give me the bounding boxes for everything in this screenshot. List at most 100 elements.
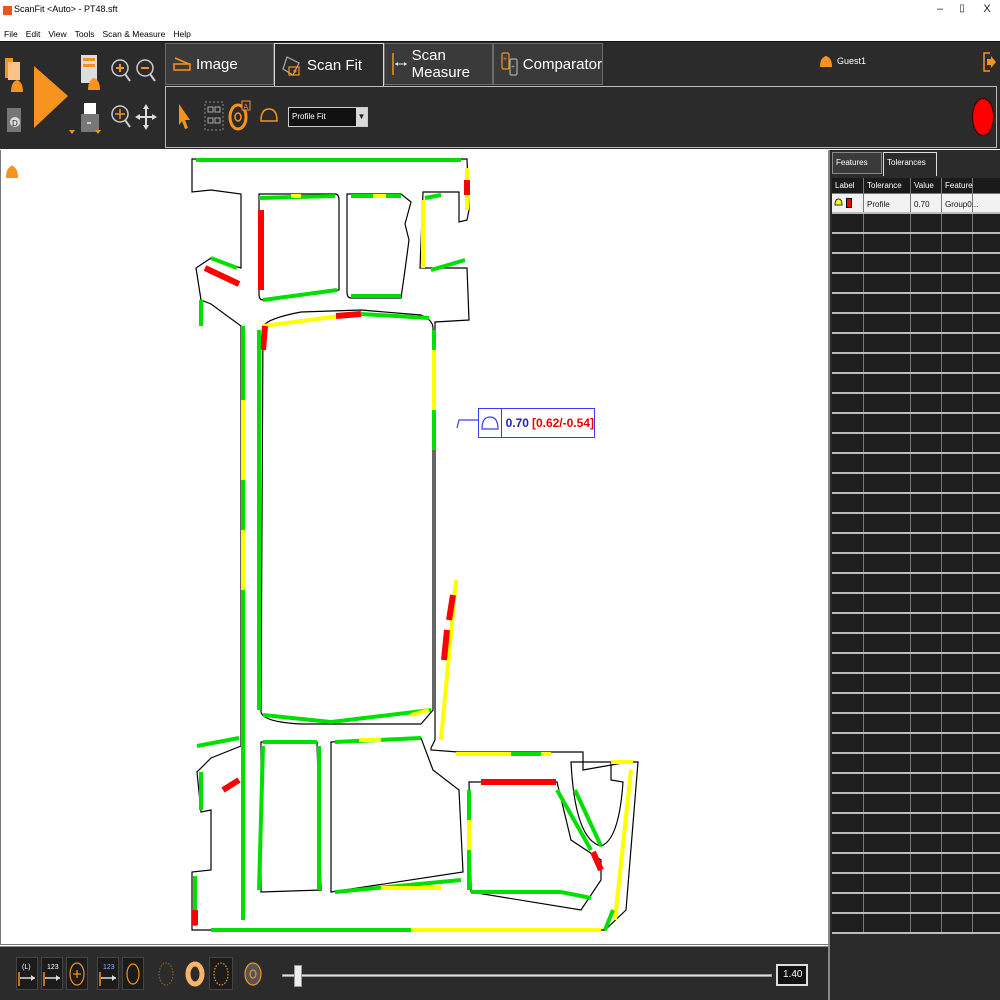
row-label-cell — [832, 194, 864, 212]
empty-cell — [864, 734, 911, 752]
empty-cell — [911, 414, 942, 432]
empty-cell — [864, 894, 911, 912]
center-point-button[interactable] — [66, 957, 88, 990]
user-info[interactable]: Guest1 — [820, 55, 866, 67]
empty-cell — [942, 334, 973, 352]
numeric-arrow-icon: 123 — [99, 964, 116, 986]
empty-cell — [832, 714, 864, 732]
col-value[interactable]: Value — [911, 178, 942, 193]
zoom-slider-thumb[interactable] — [293, 965, 302, 987]
group-select-button[interactable] — [204, 101, 224, 136]
auto-fit-button[interactable]: A — [228, 99, 252, 136]
deviation-segment-fail — [260, 325, 268, 351]
select-tool-button[interactable] — [176, 102, 192, 135]
zoom-out-icon — [136, 59, 156, 82]
empty-cell — [864, 454, 911, 472]
fit-mode-select[interactable]: Profile Fit ▼ — [288, 107, 368, 127]
circle-center-icon — [69, 961, 85, 986]
table-row-empty — [832, 514, 1000, 534]
tab-tolerances[interactable]: Tolerances — [883, 152, 937, 176]
concentric-ring-button[interactable] — [241, 959, 265, 994]
empty-cell — [973, 434, 1000, 452]
menu-scan-measure[interactable]: Scan & Measure — [98, 26, 169, 39]
zoom-out-button[interactable] — [135, 56, 157, 86]
table-row-empty — [832, 234, 1000, 254]
dimension-blue-button[interactable]: 123 — [97, 957, 119, 990]
tab-image[interactable]: Image — [165, 43, 274, 85]
pan-button[interactable] — [135, 102, 157, 132]
table-row[interactable]: Profile 0.70 Group0... — [832, 194, 1000, 214]
svg-text:D: D — [12, 119, 18, 128]
play-icon — [34, 66, 68, 128]
tab-comparator[interactable]: + + Comparator — [493, 43, 603, 85]
print-dropdown-arrow[interactable] — [95, 130, 101, 134]
empty-cell — [832, 554, 864, 572]
zoom-slider-track[interactable] — [282, 974, 772, 977]
profile-tool-button[interactable] — [259, 107, 279, 128]
dotted-ellipse-button[interactable] — [155, 959, 177, 994]
empty-cell — [864, 814, 911, 832]
tab-scan-measure[interactable]: Scan Measure — [384, 43, 493, 85]
menu-view[interactable]: View — [44, 26, 70, 39]
table-header: Label Tolerance Value Feature — [832, 178, 1000, 194]
row-tolerance: Profile — [864, 194, 911, 212]
table-row-empty — [832, 734, 1000, 754]
empty-cell — [942, 474, 973, 492]
deviation-segment-ok — [210, 256, 238, 270]
close-button[interactable]: X — [977, 3, 997, 15]
empty-cell — [864, 634, 911, 652]
empty-cell — [911, 834, 942, 852]
col-label[interactable]: Label — [832, 178, 864, 193]
run-button[interactable] — [30, 62, 72, 132]
deviation-segment-warn — [613, 769, 633, 921]
table-row-empty — [832, 894, 1000, 914]
empty-cell — [832, 394, 864, 412]
empty-cell — [864, 614, 911, 632]
empty-cell — [832, 894, 864, 912]
restore-button[interactable]: ▯ — [952, 3, 972, 14]
empty-cell — [911, 354, 942, 372]
empty-cell — [942, 674, 973, 692]
minimize-button[interactable]: – — [930, 3, 950, 15]
save-button[interactable] — [78, 52, 102, 92]
tab-scan-fit[interactable]: Scan Fit — [274, 43, 384, 87]
empty-cell — [832, 914, 864, 932]
logout-button[interactable] — [982, 51, 996, 78]
cursor-arrow-icon — [179, 104, 190, 129]
menu-edit[interactable]: Edit — [22, 26, 45, 39]
value-measure-button[interactable]: 123 — [41, 957, 63, 990]
tolerance-callout[interactable]: 0.70 [0.62/-0.54] — [478, 408, 595, 438]
run-dropdown-arrow[interactable] — [69, 130, 75, 134]
empty-cell — [832, 794, 864, 812]
scan-canvas[interactable]: 0.70 [0.62/-0.54] — [0, 150, 828, 945]
scan-fit-toolbar: A Profile Fit ▼ — [165, 86, 997, 148]
ring-icon — [185, 961, 205, 987]
open-file-button[interactable] — [3, 54, 25, 94]
length-measure-button[interactable]: (L) — [16, 957, 38, 990]
dotted-ring-button[interactable] — [209, 957, 233, 990]
ellipse-button[interactable] — [122, 957, 144, 990]
zoom-fit-button[interactable] — [110, 102, 132, 132]
empty-cell — [942, 694, 973, 712]
table-row-empty — [832, 674, 1000, 694]
empty-cell — [864, 534, 911, 552]
empty-cell — [832, 694, 864, 712]
table-row-empty — [832, 654, 1000, 674]
chevron-down-icon[interactable]: ▼ — [356, 108, 367, 126]
empty-cell — [832, 454, 864, 472]
menu-file[interactable]: File — [0, 26, 22, 39]
col-tolerance[interactable]: Tolerance — [864, 178, 911, 193]
table-row-empty — [832, 214, 1000, 234]
scan-document-button[interactable]: D — [3, 102, 25, 137]
ring-button[interactable] — [184, 959, 206, 994]
menu-tools[interactable]: Tools — [71, 26, 99, 39]
tab-features[interactable]: Features — [832, 152, 882, 174]
empty-cell — [942, 414, 973, 432]
zoom-value-field[interactable]: 1.40 — [776, 964, 808, 986]
menu-help[interactable]: Help — [169, 26, 194, 39]
empty-cell — [973, 454, 1000, 472]
empty-cell — [911, 634, 942, 652]
zoom-in-button[interactable] — [110, 56, 132, 86]
col-feature[interactable]: Feature — [942, 178, 973, 193]
svg-text:123: 123 — [47, 964, 59, 971]
